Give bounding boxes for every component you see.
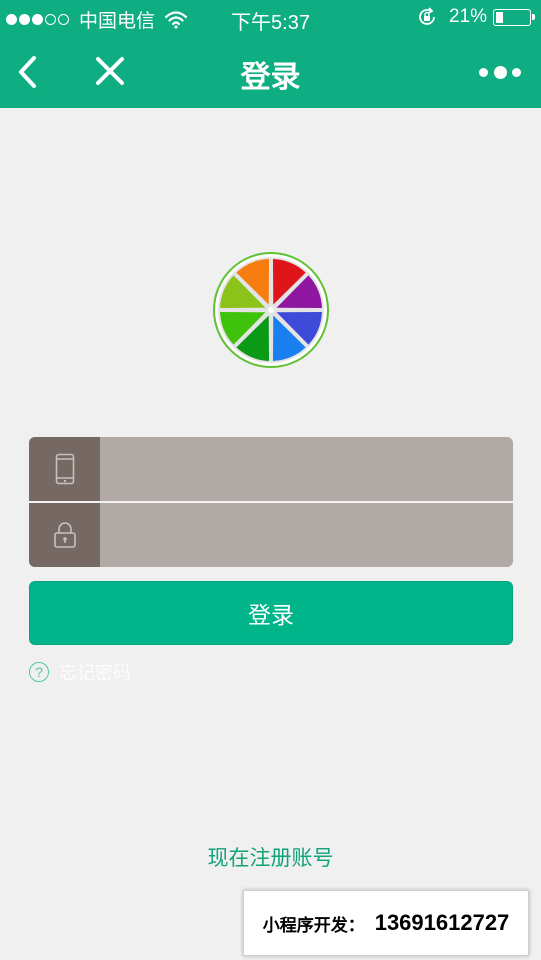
lock-icon <box>53 522 76 548</box>
forgot-password-label: 忘记密码 <box>59 663 131 683</box>
lock-icon-box <box>29 503 100 567</box>
battery-percent: 21% <box>448 6 487 27</box>
question-icon: ? <box>29 662 49 682</box>
more-dots-icon[interactable] <box>479 64 521 80</box>
forgot-password-link[interactable]: ? 忘记密码 <box>29 659 131 685</box>
battery-level <box>496 11 503 23</box>
status-bar: 中国电信 下午5:37 21% <box>0 0 541 36</box>
battery-icon <box>493 8 535 26</box>
phone-icon <box>55 453 74 485</box>
register-link[interactable]: 现在注册账号 <box>0 842 541 872</box>
login-button[interactable]: 登录 <box>29 581 513 645</box>
password-row <box>29 503 513 567</box>
promo-phone: 13691612727 <box>374 910 510 935</box>
password-input[interactable] <box>100 503 513 567</box>
promo-label: 小程序开发： <box>262 915 365 935</box>
phone-row <box>29 437 513 501</box>
app-logo <box>213 252 329 368</box>
page-title: 登录 <box>240 61 301 94</box>
login-form <box>29 437 513 567</box>
nav-bar: 登录 <box>0 36 541 108</box>
rotation-lock-icon <box>419 7 435 25</box>
phone-input[interactable] <box>100 437 513 501</box>
promo-banner: 小程序开发： 13691612727 <box>243 890 529 956</box>
phone-icon-box <box>29 437 100 501</box>
